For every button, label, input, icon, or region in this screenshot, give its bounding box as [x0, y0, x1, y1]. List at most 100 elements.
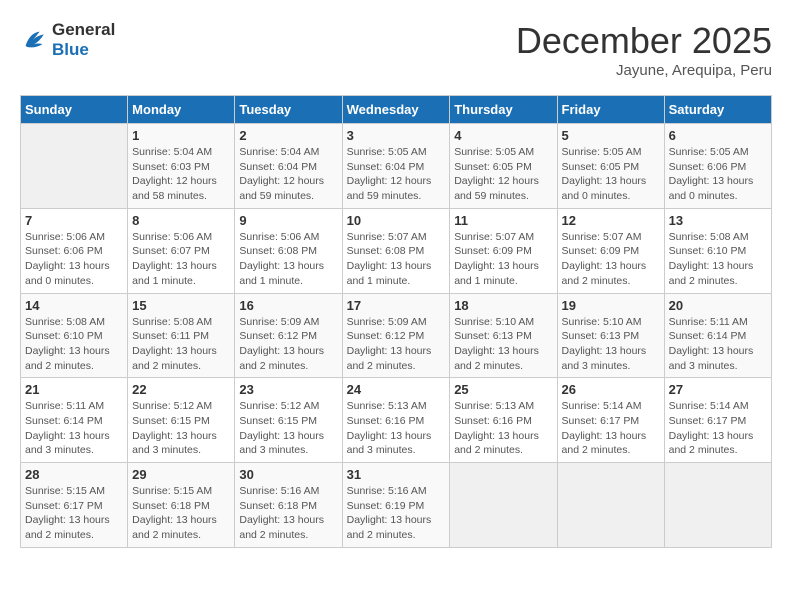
day-number: 11 — [454, 213, 552, 228]
calendar-day-cell: 8 Sunrise: 5:06 AM Sunset: 6:07 PM Daylig… — [128, 208, 235, 293]
calendar-week-row: 28 Sunrise: 5:15 AM Sunset: 6:17 PM Dayli… — [21, 463, 772, 548]
day-info: Sunrise: 5:05 AM Sunset: 6:04 PM Dayligh… — [347, 145, 446, 204]
calendar-day-cell: 1Sunrise: 5:04 AM Sunset: 6:03 PM Daylig… — [128, 124, 235, 209]
day-info: Sunrise: 5:14 AM Sunset: 6:17 PM Dayligh… — [669, 399, 767, 458]
day-number: 14 — [25, 298, 123, 313]
weekday-header-row: SundayMondayTuesdayWednesdayThursdayFrid… — [21, 96, 772, 124]
day-number: 3 — [347, 128, 446, 143]
day-info: Sunrise: 5:06 AM Sunset: 6:06 PM Dayligh… — [25, 230, 123, 289]
weekday-header-cell: Tuesday — [235, 96, 342, 124]
day-info: Sunrise: 5:09 AM Sunset: 6:12 PM Dayligh… — [239, 315, 337, 374]
day-info: Sunrise: 5:04 AM Sunset: 6:04 PM Dayligh… — [239, 145, 337, 204]
calendar-week-row: 21 Sunrise: 5:11 AM Sunset: 6:14 PM Dayli… — [21, 378, 772, 463]
day-info: Sunrise: 5:07 AM Sunset: 6:09 PM Dayligh… — [562, 230, 660, 289]
calendar-day-cell: 31Sunrise: 5:16 AM Sunset: 6:19 PM Dayli… — [342, 463, 450, 548]
calendar-day-cell: 18 Sunrise: 5:10 AM Sunset: 6:13 PM Dayli… — [450, 293, 557, 378]
calendar-day-cell: 24 Sunrise: 5:13 AM Sunset: 6:16 PM Dayli… — [342, 378, 450, 463]
calendar-day-cell: 19 Sunrise: 5:10 AM Sunset: 6:13 PM Dayli… — [557, 293, 664, 378]
calendar-day-cell: 7 Sunrise: 5:06 AM Sunset: 6:06 PM Daylig… — [21, 208, 128, 293]
day-number: 7 — [25, 213, 123, 228]
day-info: Sunrise: 5:10 AM Sunset: 6:13 PM Dayligh… — [562, 315, 660, 374]
day-info: Sunrise: 5:15 AM Sunset: 6:17 PM Dayligh… — [25, 484, 123, 543]
day-number: 31 — [347, 467, 446, 482]
day-number: 24 — [347, 382, 446, 397]
day-info: Sunrise: 5:12 AM Sunset: 6:15 PM Dayligh… — [239, 399, 337, 458]
calendar-day-cell: 3 Sunrise: 5:05 AM Sunset: 6:04 PM Daylig… — [342, 124, 450, 209]
day-number: 23 — [239, 382, 337, 397]
weekday-header-cell: Sunday — [21, 96, 128, 124]
logo-text: General Blue — [52, 20, 115, 60]
day-info: Sunrise: 5:10 AM Sunset: 6:13 PM Dayligh… — [454, 315, 552, 374]
month-title: December 2025 — [516, 20, 772, 62]
day-info: Sunrise: 5:13 AM Sunset: 6:16 PM Dayligh… — [454, 399, 552, 458]
calendar-day-cell: 23 Sunrise: 5:12 AM Sunset: 6:15 PM Dayli… — [235, 378, 342, 463]
day-number: 15 — [132, 298, 230, 313]
calendar-day-cell: 16 Sunrise: 5:09 AM Sunset: 6:12 PM Dayli… — [235, 293, 342, 378]
day-number: 16 — [239, 298, 337, 313]
day-info: Sunrise: 5:07 AM Sunset: 6:09 PM Dayligh… — [454, 230, 552, 289]
weekday-header-cell: Wednesday — [342, 96, 450, 124]
title-block: December 2025 Jayune, Arequipa, Peru — [516, 20, 772, 79]
day-number: 10 — [347, 213, 446, 228]
day-info: Sunrise: 5:16 AM Sunset: 6:18 PM Dayligh… — [239, 484, 337, 543]
day-number: 18 — [454, 298, 552, 313]
day-info: Sunrise: 5:13 AM Sunset: 6:16 PM Dayligh… — [347, 399, 446, 458]
weekday-header-cell: Monday — [128, 96, 235, 124]
day-info: Sunrise: 5:11 AM Sunset: 6:14 PM Dayligh… — [669, 315, 767, 374]
day-number: 9 — [239, 213, 337, 228]
day-info: Sunrise: 5:11 AM Sunset: 6:14 PM Dayligh… — [25, 399, 123, 458]
day-number: 12 — [562, 213, 660, 228]
calendar-day-cell: 13Sunrise: 5:08 AM Sunset: 6:10 PM Dayli… — [664, 208, 771, 293]
day-number: 29 — [132, 467, 230, 482]
day-number: 20 — [669, 298, 767, 313]
day-info: Sunrise: 5:07 AM Sunset: 6:08 PM Dayligh… — [347, 230, 446, 289]
day-number: 25 — [454, 382, 552, 397]
day-number: 1 — [132, 128, 230, 143]
day-number: 4 — [454, 128, 552, 143]
calendar-day-cell — [557, 463, 664, 548]
calendar-day-cell: 27 Sunrise: 5:14 AM Sunset: 6:17 PM Dayli… — [664, 378, 771, 463]
day-number: 28 — [25, 467, 123, 482]
day-number: 17 — [347, 298, 446, 313]
day-info: Sunrise: 5:09 AM Sunset: 6:12 PM Dayligh… — [347, 315, 446, 374]
calendar-day-cell: 22Sunrise: 5:12 AM Sunset: 6:15 PM Dayli… — [128, 378, 235, 463]
day-info: Sunrise: 5:05 AM Sunset: 6:05 PM Dayligh… — [562, 145, 660, 204]
day-info: Sunrise: 5:15 AM Sunset: 6:18 PM Dayligh… — [132, 484, 230, 543]
day-number: 2 — [239, 128, 337, 143]
calendar-day-cell: 14 Sunrise: 5:08 AM Sunset: 6:10 PM Dayli… — [21, 293, 128, 378]
calendar-day-cell: 12 Sunrise: 5:07 AM Sunset: 6:09 PM Dayli… — [557, 208, 664, 293]
calendar-day-cell: 15Sunrise: 5:08 AM Sunset: 6:11 PM Dayli… — [128, 293, 235, 378]
calendar-week-row: 7 Sunrise: 5:06 AM Sunset: 6:06 PM Daylig… — [21, 208, 772, 293]
day-number: 26 — [562, 382, 660, 397]
calendar-day-cell: 11 Sunrise: 5:07 AM Sunset: 6:09 PM Dayli… — [450, 208, 557, 293]
day-info: Sunrise: 5:06 AM Sunset: 6:08 PM Dayligh… — [239, 230, 337, 289]
calendar-day-cell: 17 Sunrise: 5:09 AM Sunset: 6:12 PM Dayli… — [342, 293, 450, 378]
calendar-day-cell: 21 Sunrise: 5:11 AM Sunset: 6:14 PM Dayli… — [21, 378, 128, 463]
weekday-header-cell: Friday — [557, 96, 664, 124]
page-header: General Blue December 2025 Jayune, Arequ… — [20, 20, 772, 79]
calendar-body: 1Sunrise: 5:04 AM Sunset: 6:03 PM Daylig… — [21, 124, 772, 548]
day-number: 6 — [669, 128, 767, 143]
calendar-day-cell: 10 Sunrise: 5:07 AM Sunset: 6:08 PM Dayli… — [342, 208, 450, 293]
day-number: 27 — [669, 382, 767, 397]
calendar-day-cell: 25 Sunrise: 5:13 AM Sunset: 6:16 PM Dayli… — [450, 378, 557, 463]
day-number: 8 — [132, 213, 230, 228]
calendar-day-cell: 6 Sunrise: 5:05 AM Sunset: 6:06 PM Daylig… — [664, 124, 771, 209]
day-number: 19 — [562, 298, 660, 313]
calendar-week-row: 1Sunrise: 5:04 AM Sunset: 6:03 PM Daylig… — [21, 124, 772, 209]
day-number: 21 — [25, 382, 123, 397]
day-info: Sunrise: 5:08 AM Sunset: 6:10 PM Dayligh… — [669, 230, 767, 289]
logo: General Blue — [20, 20, 115, 60]
day-info: Sunrise: 5:06 AM Sunset: 6:07 PM Dayligh… — [132, 230, 230, 289]
calendar-day-cell: 26 Sunrise: 5:14 AM Sunset: 6:17 PM Dayli… — [557, 378, 664, 463]
calendar-day-cell: 5 Sunrise: 5:05 AM Sunset: 6:05 PM Daylig… — [557, 124, 664, 209]
calendar-day-cell: 29 Sunrise: 5:15 AM Sunset: 6:18 PM Dayli… — [128, 463, 235, 548]
calendar-day-cell: 2 Sunrise: 5:04 AM Sunset: 6:04 PM Daylig… — [235, 124, 342, 209]
day-info: Sunrise: 5:12 AM Sunset: 6:15 PM Dayligh… — [132, 399, 230, 458]
weekday-header-cell: Saturday — [664, 96, 771, 124]
day-info: Sunrise: 5:14 AM Sunset: 6:17 PM Dayligh… — [562, 399, 660, 458]
day-info: Sunrise: 5:05 AM Sunset: 6:06 PM Dayligh… — [669, 145, 767, 204]
day-number: 30 — [239, 467, 337, 482]
day-info: Sunrise: 5:08 AM Sunset: 6:10 PM Dayligh… — [25, 315, 123, 374]
day-number: 5 — [562, 128, 660, 143]
